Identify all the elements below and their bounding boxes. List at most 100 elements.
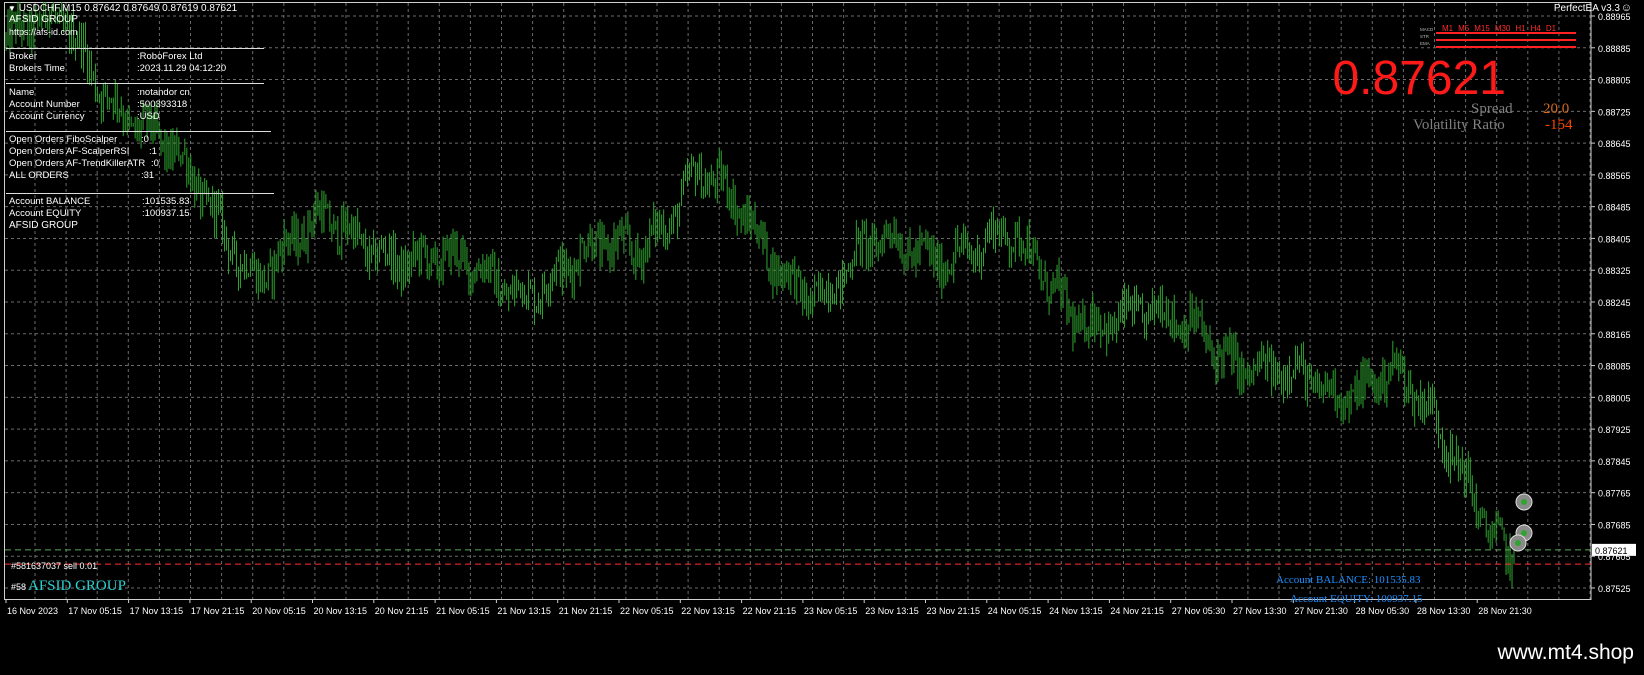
price-tick-label: 0.87525 — [1598, 584, 1631, 594]
time-tick-label: 21 Nov 05:15 — [436, 606, 490, 616]
time-tick-label: 21 Nov 13:15 — [497, 606, 551, 616]
balance-label: Account BALANCE — [9, 196, 91, 207]
spread-label: Spread — [1471, 101, 1513, 117]
balance-value: :101535.83 — [142, 196, 190, 207]
trade-marker-dot — [1521, 530, 1527, 536]
info-url: https://afs-id.com — [9, 27, 78, 37]
spread-value: 20.0 — [1543, 101, 1570, 117]
separator — [6, 83, 264, 84]
order-label-2[interactable]: #58 — [11, 582, 26, 592]
name-value: :notandor cn — [137, 87, 190, 98]
time-tick-label: 24 Nov 13:15 — [1049, 606, 1103, 616]
broker-value: :RoboForex Ltd — [137, 51, 203, 62]
signal-line-3 — [1436, 46, 1576, 48]
open-atr-row: Open Orders AF-TrendKillerATR:0 — [9, 158, 159, 170]
time-tick-label: 16 Nov 2023 — [7, 606, 58, 616]
price-tick-label: 0.88565 — [1598, 171, 1631, 181]
open-fibo-label: Open Orders FiboScalper — [9, 134, 118, 145]
price-tick-label: 0.88885 — [1598, 44, 1631, 54]
mt4-terminal: { "header": { "symbol_line": "USDCHF,M15… — [0, 0, 1644, 675]
account-number-row: Account Number:500393318 — [9, 99, 187, 111]
price-bars — [5, 0, 1515, 588]
name-row: Name :notandor cn — [9, 87, 190, 99]
indicator-str: STR — [1420, 34, 1429, 39]
indicator-macd: MACD — [1420, 27, 1434, 32]
volatility-value: -154 — [1545, 117, 1573, 133]
balance-row: Account BALANCE :101535.83 — [9, 196, 190, 208]
broker-time-value: :2023.11.29 04:12:20 — [137, 63, 227, 74]
all-orders-label: ALL ORDERS — [9, 170, 69, 181]
time-tick-label: 21 Nov 21:15 — [559, 606, 613, 616]
watermark: www.mt4.shop — [1497, 641, 1634, 664]
footer-bar — [0, 620, 1644, 675]
current-price-label: 0.87621 — [1595, 546, 1628, 556]
time-tick-label: 23 Nov 13:15 — [865, 606, 919, 616]
price-tick-label: 0.88645 — [1598, 139, 1631, 149]
time-tick-label: 20 Nov 05:15 — [252, 606, 306, 616]
separator — [6, 131, 271, 132]
time-tick-label: 28 Nov 21:30 — [1478, 606, 1532, 616]
currency-row: Account Currency:USD — [9, 111, 160, 123]
broker-row: Broker :RoboForex Ltd — [9, 51, 202, 63]
indicator-column: MACD STR EMA — [1420, 26, 1433, 47]
all-orders-row: ALL ORDERS :31 — [9, 170, 154, 182]
time-tick-label: 28 Nov 13:30 — [1417, 606, 1471, 616]
price-tick-label: 0.88245 — [1598, 298, 1631, 308]
account-number-value: :500393318 — [137, 99, 188, 110]
price-tick-label: 0.87845 — [1598, 457, 1631, 467]
price-tick-label: 0.88725 — [1598, 107, 1631, 117]
volatility-label: Volatility Ratio — [1413, 117, 1505, 133]
signal-line-1 — [1436, 32, 1576, 34]
signal-line-2 — [1436, 39, 1576, 41]
separator — [6, 48, 264, 49]
time-tick-label: 17 Nov 13:15 — [130, 606, 184, 616]
price-tick-label: 0.87925 — [1598, 425, 1631, 435]
signal-table: M1 M5 M15 M30 H1 H4 D1 MACD STR EMA — [1418, 24, 1578, 54]
time-tick-label: 17 Nov 05:15 — [68, 606, 122, 616]
price-tick-label: 0.87685 — [1598, 520, 1631, 530]
time-tick-label: 27 Nov 21:30 — [1294, 606, 1348, 616]
time-tick-label: 24 Nov 21:15 — [1110, 606, 1164, 616]
name-label: Name — [9, 87, 35, 98]
price-tick-label: 0.87765 — [1598, 489, 1631, 499]
trade-marker-dot — [1515, 540, 1521, 546]
symbol-line: USDCHF,M15 0.87642 0.87649 0.87619 0.876… — [18, 3, 238, 14]
time-tick-label: 24 Nov 05:15 — [988, 606, 1042, 616]
trade-marker-dot — [1521, 499, 1527, 505]
price-tick-label: 0.88085 — [1598, 362, 1631, 372]
time-tick-label: 22 Nov 21:15 — [743, 606, 797, 616]
open-rsi-value: :1 — [149, 146, 157, 157]
equity-value: :100937.15 — [142, 208, 190, 219]
chart-balance-text: Account BALANCE: 101535.83 — [1276, 574, 1421, 586]
time-tick-label: 27 Nov 13:30 — [1233, 606, 1287, 616]
separator — [6, 193, 274, 194]
big-price: 0.87621 — [1332, 52, 1506, 105]
all-orders-value: :31 — [141, 170, 155, 181]
time-tick-label: 28 Nov 05:30 — [1356, 606, 1410, 616]
price-tick-label: 0.88405 — [1598, 234, 1631, 244]
time-tick-label: 23 Nov 21:15 — [927, 606, 981, 616]
ea-name: PerfectEA v3.3 — [1553, 3, 1620, 14]
info-title: AFSID GROUP — [9, 14, 78, 25]
time-tick-label: 27 Nov 05:30 — [1172, 606, 1226, 616]
price-tick-label: 0.88165 — [1598, 330, 1631, 340]
equity-row: Account EQUITY:100937.15 — [9, 208, 190, 220]
info-footer: AFSID GROUP — [9, 220, 78, 231]
chart-menu-arrow-icon[interactable]: ▼ — [8, 4, 16, 13]
broker-time-label: Brokers Time — [9, 63, 65, 74]
time-tick-label: 22 Nov 13:15 — [681, 606, 735, 616]
time-tick-label: 23 Nov 05:15 — [804, 606, 858, 616]
time-tick-label: 20 Nov 13:15 — [314, 606, 368, 616]
price-tick-label: 0.88325 — [1598, 266, 1631, 276]
open-fibo-row: Open Orders FiboScalper:0 — [9, 134, 149, 146]
broker-label: Broker — [9, 51, 37, 62]
time-tick-label: 20 Nov 21:15 — [375, 606, 429, 616]
open-atr-label: Open Orders AF-TrendKillerATR — [9, 158, 146, 169]
smiley-icon[interactable]: ☺ — [1621, 2, 1632, 14]
price-tick-label: 0.88005 — [1598, 393, 1631, 403]
chart-equity-text: Account EQUITY: 100937.15 — [1290, 593, 1423, 605]
order-label-1[interactable]: #581637037 sell 0.01 — [11, 561, 97, 571]
open-rsi-row: Open Orders AF-ScalperRSI:1 — [9, 146, 157, 158]
time-tick-label: 22 Nov 05:15 — [620, 606, 674, 616]
broker-time-row: Brokers Time :2023.11.29 04:12:20 — [9, 63, 226, 75]
